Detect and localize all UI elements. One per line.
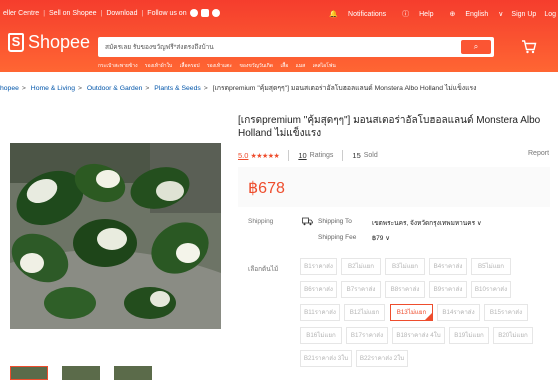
sold-count: 15 [352, 151, 361, 160]
monstera-plant-image [10, 143, 221, 329]
shipping-to-selector[interactable]: เขตพระนคร, จังหวัดกรุงเทพมหานคร ∨ [372, 218, 482, 228]
report-button[interactable]: Report [528, 150, 549, 157]
breadcrumb: hopee > Home & Living > Outdoor & Garden > … [0, 82, 476, 93]
thumbnail-image[interactable] [114, 366, 152, 380]
variation-option[interactable]: B16ไม่แยก [300, 327, 342, 344]
ratings-label: Ratings [309, 152, 334, 159]
suggestion-link[interactable]: รองเท้าแตะ [207, 63, 232, 69]
variation-option[interactable]: B19ไม่แยก [449, 327, 489, 344]
variation-option-selected[interactable]: B13ไม่แยก [390, 304, 433, 321]
sold-label: Sold [363, 152, 378, 159]
seller-centre-link[interactable]: eller Centre [3, 10, 39, 17]
follow-us-label: Follow us on [147, 9, 187, 17]
facebook-icon[interactable] [189, 9, 198, 17]
variation-option[interactable]: B18ราคาส่ง 4ใบ [392, 327, 445, 344]
product-price: ฿678 [248, 180, 285, 197]
breadcrumb-link[interactable]: Home & Living [31, 85, 75, 92]
chevron-down-icon: ∨ [385, 235, 390, 242]
top-bar: eller Centre | Sell on Shopee | Download | … [3, 9, 556, 19]
download-link[interactable]: Download [106, 10, 137, 17]
suggestion-link[interactable]: ของขวัญวันเกิด [239, 63, 273, 69]
chevron-down-icon: ∨ [498, 11, 504, 18]
truck-icon [302, 217, 313, 226]
search-suggestions: กระเป๋าสะพายข้าง รองเท้าผ้าใบ เสื้อครอป … [98, 62, 342, 70]
variation-option[interactable]: B21ราคาส่ง 3ใบ [300, 350, 352, 367]
suggestion-link[interactable]: รองเท้าผ้าใบ [145, 63, 172, 69]
variation-option[interactable]: B12ไม่แยก [344, 304, 385, 321]
variation-option[interactable]: B8ราคาส่ง [385, 281, 425, 298]
variation-option[interactable]: B3ไม่แยก [385, 258, 425, 275]
variation-option[interactable]: B5ไม่แยก [471, 258, 511, 275]
chevron-down-icon: ∨ [476, 220, 482, 227]
help-link[interactable]: ⓘ Help [394, 9, 433, 19]
variation-label: เลือกต้นไม้ [248, 266, 279, 273]
price-box: ฿678 [238, 167, 550, 207]
cart-icon[interactable] [521, 40, 537, 54]
instagram-icon[interactable] [200, 9, 209, 17]
breadcrumb-link[interactable]: hopee [0, 85, 19, 92]
variation-option[interactable]: B4ราคาส่ง [429, 258, 467, 275]
search-icon: ⌕ [473, 42, 479, 51]
sell-on-shopee-link[interactable]: Sell on Shopee [49, 10, 96, 17]
suggestion-link[interactable]: เสื้อครอป [180, 63, 200, 69]
rating-stars-icon: ★★★★★ [250, 152, 280, 160]
search-bar: ⌕ [98, 37, 494, 57]
suggestion-link[interactable]: เคสไอโฟน [313, 63, 336, 69]
thumbnail-image[interactable] [62, 366, 100, 380]
variation-option[interactable]: B17ราคาส่ง [346, 327, 388, 344]
chevron-right-icon: > [203, 85, 208, 92]
variation-option[interactable]: B10ราคาส่ง [471, 281, 511, 298]
variation-option[interactable]: B1ราคาส่ง [300, 258, 337, 275]
variation-option[interactable]: B20ไม่แยก [493, 327, 533, 344]
notifications-link[interactable]: 🔔 Notifications [321, 10, 386, 18]
variation-option[interactable]: B14ราคาส่ง [437, 304, 480, 321]
ratings-count[interactable]: 10 [298, 151, 306, 160]
thumbnail-strip [10, 366, 166, 380]
search-input[interactable] [98, 37, 458, 57]
signup-link[interactable]: Sign Up [511, 11, 536, 18]
breadcrumb-current: [เกรดpremium "คุ้มสุดๆๆ"] มอนสเตอร่าอัลโ… [212, 85, 477, 92]
suggestion-link[interactable]: แมส [296, 63, 306, 69]
shipping-label: Shipping [248, 218, 274, 225]
shipping-to-label: Shipping To [318, 218, 352, 225]
suggestion-link[interactable]: กระเป๋าสะพายข้าง [98, 63, 138, 69]
breadcrumb-link[interactable]: Outdoor & Garden [87, 85, 143, 92]
product-image[interactable] [10, 143, 221, 329]
variation-option[interactable]: B6ราคาส่ง [300, 281, 337, 298]
variation-option[interactable]: B22ราคาส่ง 2ใบ [356, 350, 408, 367]
chevron-right-icon: > [21, 85, 26, 92]
product-title: [เกรดpremium "คุ้มสุดๆๆ"] มอนสเตอร่าอัลโ… [238, 115, 541, 139]
suggestion-link[interactable]: เสื้อ [280, 63, 288, 69]
shipping-fee-label: Shipping Fee [318, 234, 357, 241]
chevron-right-icon: > [77, 85, 82, 92]
chevron-right-icon: > [145, 85, 150, 92]
shopee-bag-icon: S [8, 33, 24, 52]
variation-option[interactable]: B15ราคาส่ง [484, 304, 528, 321]
variation-option[interactable]: B11ราคาส่ง [300, 304, 340, 321]
variation-option[interactable]: B2ไม่แยก [341, 258, 381, 275]
product-stats: 5.0 ★★★★★ 10 Ratings 15 Sold [238, 150, 378, 161]
shopee-header: eller Centre | Sell on Shopee | Download | … [0, 0, 558, 72]
globe-icon: ⊕ [449, 11, 456, 18]
help-icon: ⓘ [402, 11, 410, 18]
shopee-logo[interactable]: S Shopee [8, 32, 90, 53]
login-link[interactable]: Log [544, 11, 556, 18]
bell-icon: 🔔 [329, 11, 339, 18]
search-button[interactable]: ⌕ [461, 40, 491, 54]
variation-option[interactable]: B9ราคาส่ง [429, 281, 467, 298]
rating-value[interactable]: 5.0 [238, 151, 248, 160]
thumbnail-image[interactable] [10, 366, 48, 380]
line-icon[interactable] [211, 9, 220, 17]
variation-option[interactable]: B7ราคาส่ง [341, 281, 381, 298]
shipping-fee-value[interactable]: ฿79 ∨ [372, 234, 390, 242]
breadcrumb-link[interactable]: Plants & Seeds [154, 85, 200, 92]
language-selector[interactable]: ⊕ English ∨ [442, 10, 504, 18]
